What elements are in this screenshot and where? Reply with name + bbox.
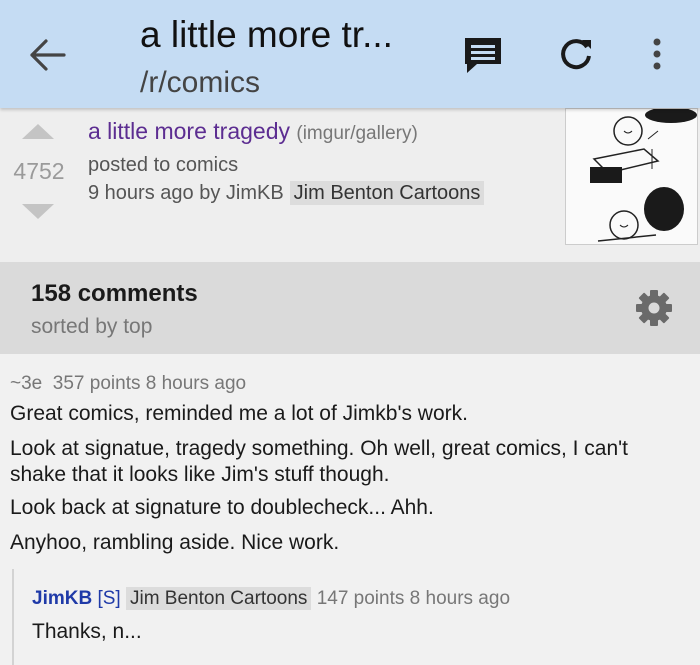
reply-points: 147 points [316,588,405,609]
reply-time: 8 hours ago [409,588,511,609]
comment-time: 8 hours ago [145,373,247,394]
refresh-icon[interactable] [556,34,596,79]
comment-body-line: Anyhoo, rambling aside. Nice work. [10,531,340,554]
post-summary: 4752 a little more tragedy (imgur/galler… [0,108,700,260]
comment-body-line: shake that it looks like Jim's stuff tho… [10,463,390,486]
post-title-link[interactable]: a little more tragedy (imgur/gallery) [88,118,418,145]
posted-to: posted to comics [88,154,239,176]
post-score: 4752 [13,158,65,184]
sort-order[interactable]: sorted by top [31,315,152,339]
reply-body: Thanks, n... [32,620,142,643]
comment-body-line: Great comics, reminded me a lot of Jimkb… [10,402,468,425]
post-domain: (imgur/gallery) [296,123,418,144]
gear-icon[interactable] [632,286,676,330]
comments-header: 158 comments sorted by top [0,262,700,354]
page-title: a little more tr... [140,14,393,55]
app-bar: a little more tr... /r/comics [0,0,700,108]
comment-points: 357 points [52,373,141,394]
reply-comment: JimKB [S] Jim Benton Cartoons 147 points… [12,569,700,665]
downvote-icon[interactable] [22,204,54,219]
back-arrow-icon[interactable] [28,37,68,73]
comment-body-line: Look back at signature to doublecheck...… [10,496,434,519]
upvote-icon[interactable] [22,124,54,139]
comment-icon[interactable] [462,35,504,80]
comment-meta: ~3e 357 points 8 hours ago [10,373,246,395]
reply-meta: JimKB [S] Jim Benton Cartoons 147 points… [32,587,511,610]
comment-body-line: Look at signatue, tragedy something. Oh … [10,437,628,460]
post-thumbnail[interactable] [565,108,698,245]
post-byline: 9 hours ago by JimKB Jim Benton Cartoons [88,181,485,205]
submitter-tag: [S] [97,588,121,609]
post-title[interactable]: a little more tragedy [88,118,290,144]
post-time-author: 9 hours ago by JimKB [88,182,284,204]
comment-author[interactable]: ~3e [10,373,42,394]
more-vert-icon[interactable] [650,37,664,78]
comment-count: 158 comments [31,280,198,307]
subreddit-label[interactable]: /r/comics [140,66,260,100]
reply-author[interactable]: JimKB [32,588,92,609]
user-flair: Jim Benton Cartoons [289,181,485,205]
reply-flair: Jim Benton Cartoons [125,587,312,610]
comment: ~3e 357 points 8 hours ago Great comics,… [0,354,700,665]
